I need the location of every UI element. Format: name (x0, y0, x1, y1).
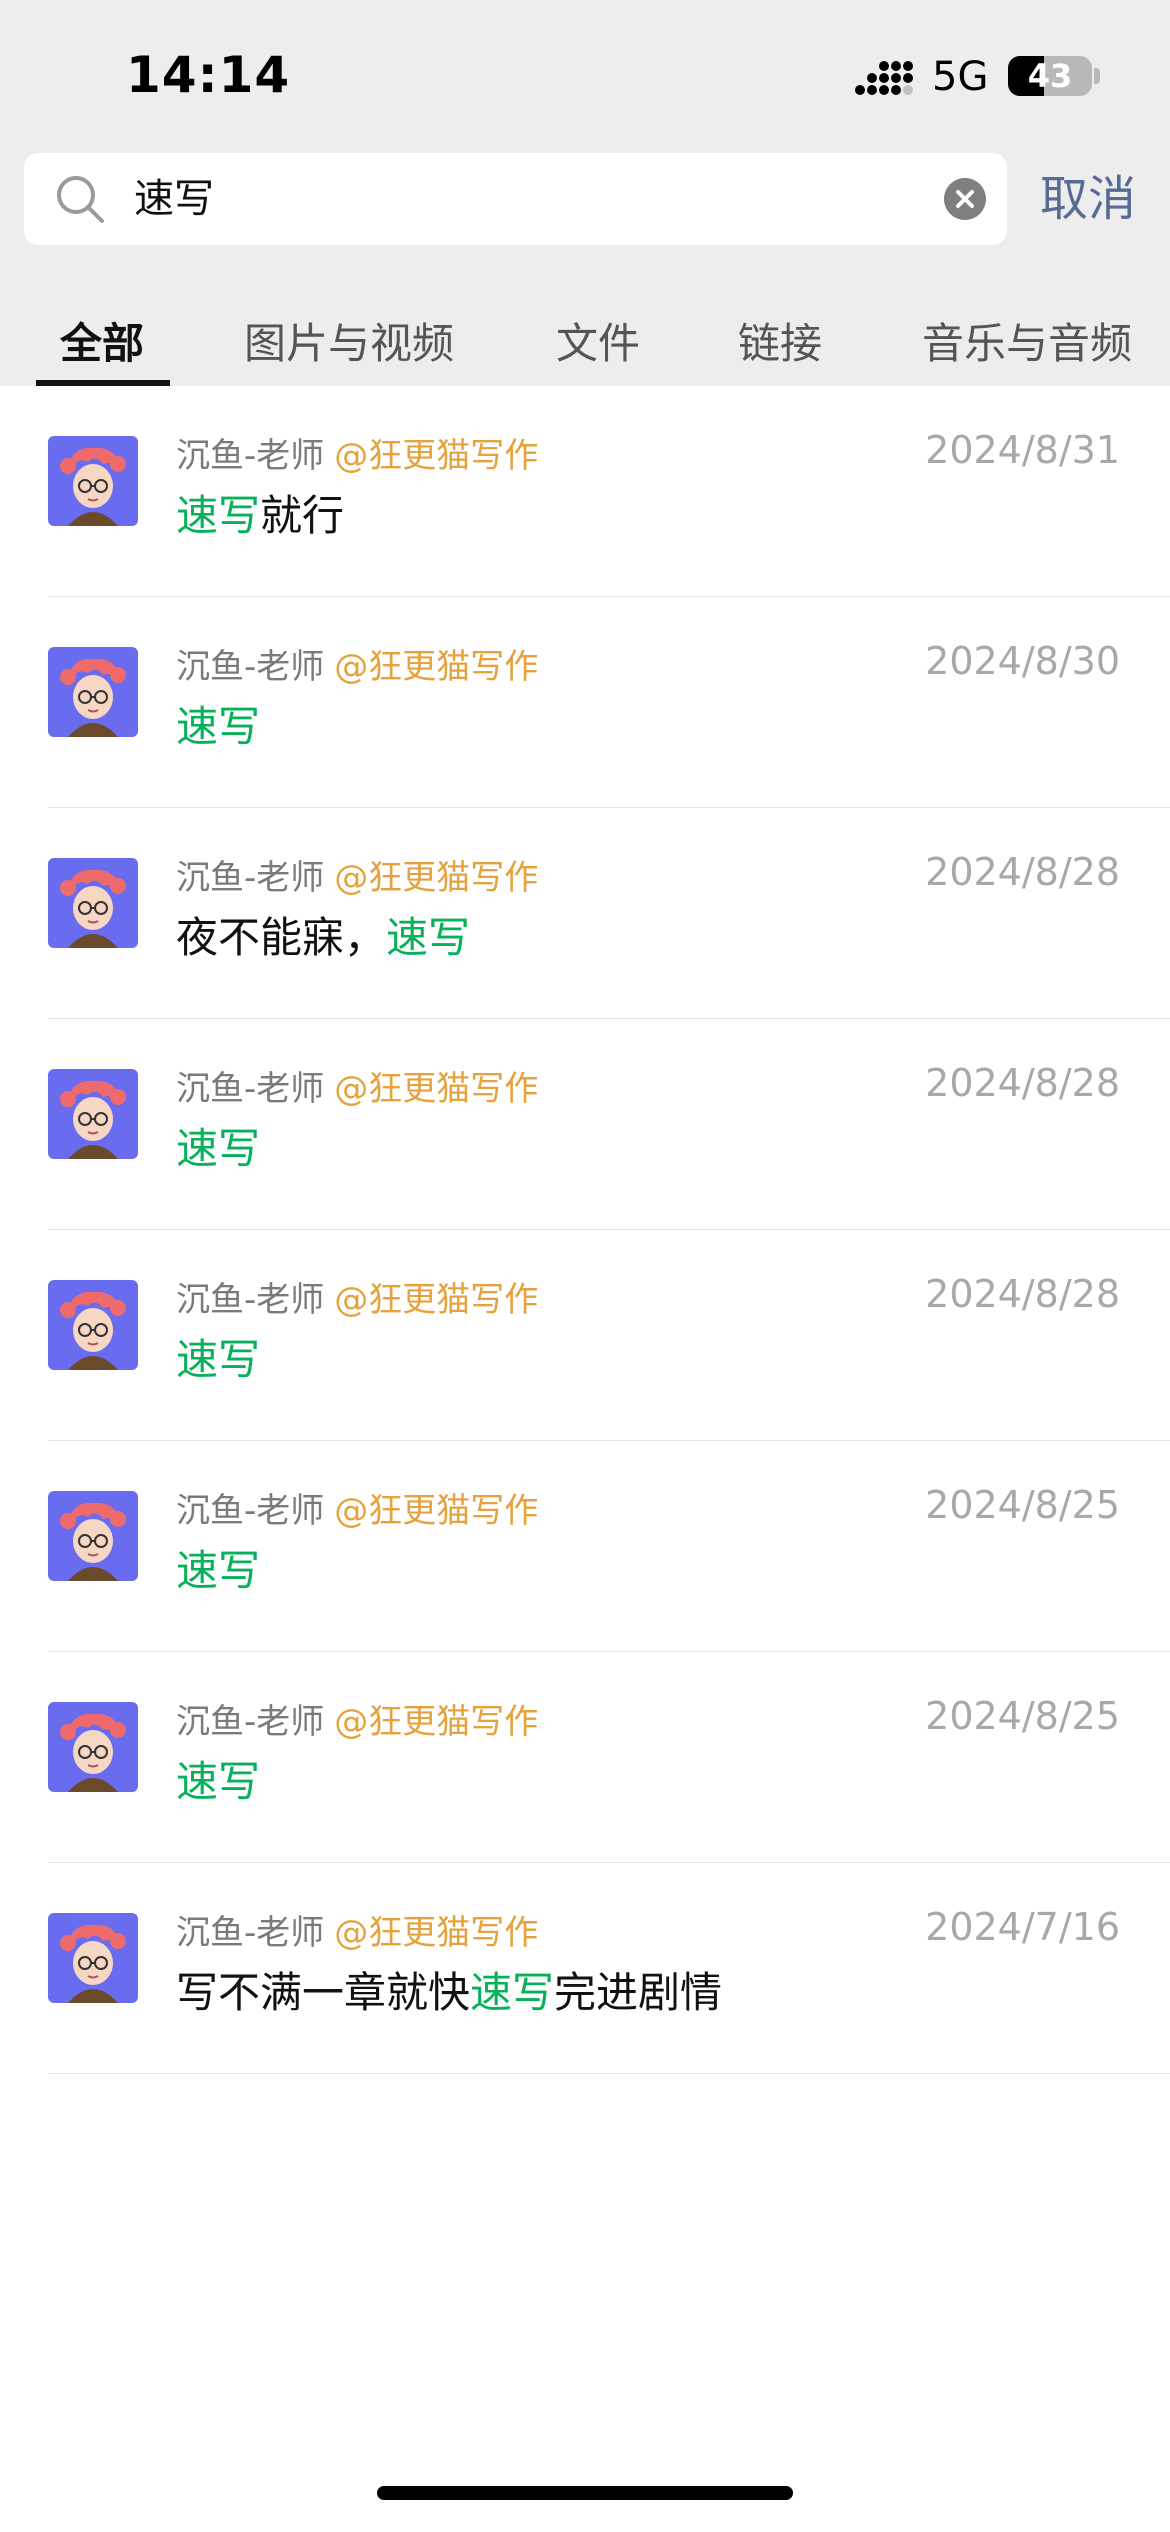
sender-name: 沉鱼-老师 (176, 647, 325, 687)
battery-cap (1094, 68, 1100, 84)
group-mention: @狂更猫写作 (334, 1702, 539, 1742)
avatar[interactable] (48, 1913, 138, 2003)
list-item[interactable]: 沉鱼-老师 @狂更猫写作 2024/7/16 写不满一章就快速写完进剧情 (0, 1863, 1170, 2074)
avatar[interactable] (48, 858, 138, 948)
message-text-after: 就行 (260, 491, 345, 540)
message-date: 2024/8/30 (925, 639, 1120, 683)
list-item[interactable]: 沉鱼-老师 @狂更猫写作 2024/8/30 速写 (0, 597, 1170, 808)
group-mention: @狂更猫写作 (334, 858, 539, 898)
search-input[interactable]: 速写 (24, 153, 1007, 245)
list-item[interactable]: 沉鱼-老师 @狂更猫写作 2024/8/28 速写 (0, 1230, 1170, 1441)
group-mention: @狂更猫写作 (334, 1069, 539, 1109)
keyword-highlight: 速写 (176, 1335, 261, 1384)
battery-level: 43 (1027, 57, 1073, 95)
keyword-highlight: 速写 (386, 913, 471, 962)
sender-name: 沉鱼-老师 (176, 1491, 325, 1531)
message-text: 速写 (176, 1537, 260, 1598)
message-text-before: 写不满一章就快 (176, 1968, 471, 2017)
avatar[interactable] (48, 647, 138, 737)
avatar[interactable] (48, 1280, 138, 1370)
search-icon (57, 176, 104, 223)
message-text: 速写 (176, 1326, 260, 1387)
group-mention: @狂更猫写作 (334, 1280, 539, 1320)
sender-line: 沉鱼-老师 @狂更猫写作 (176, 1694, 538, 1743)
message-date: 2024/8/28 (925, 1272, 1120, 1316)
group-mention: @狂更猫写作 (334, 1491, 539, 1531)
group-mention: @狂更猫写作 (334, 647, 539, 687)
message-text: 速写 (176, 693, 260, 754)
sender-name: 沉鱼-老师 (176, 436, 325, 476)
tab-music[interactable]: 音乐与音频 (922, 310, 1132, 371)
message-text-before: 夜不能寐， (176, 913, 387, 962)
tab-bar: 全部 图片与视频 文件 链接 音乐与音频 (0, 300, 1170, 386)
status-time: 14:14 (126, 46, 291, 104)
signal-icon (855, 61, 913, 95)
keyword-highlight: 速写 (176, 1546, 261, 1595)
sender-line: 沉鱼-老师 @狂更猫写作 (176, 1061, 538, 1110)
list-item[interactable]: 沉鱼-老师 @狂更猫写作 2024/8/31 速写就行 (0, 386, 1170, 597)
sender-line: 沉鱼-老师 @狂更猫写作 (176, 428, 538, 477)
cancel-button[interactable]: 取消 (1040, 163, 1136, 235)
message-text: 写不满一章就快速写完进剧情 (176, 1959, 722, 2020)
sender-name: 沉鱼-老师 (176, 858, 325, 898)
sender-line: 沉鱼-老师 @狂更猫写作 (176, 1483, 538, 1532)
sender-line: 沉鱼-老师 @狂更猫写作 (176, 1905, 538, 1954)
avatar[interactable] (48, 1702, 138, 1792)
list-item[interactable]: 沉鱼-老师 @狂更猫写作 2024/8/28 速写 (0, 1019, 1170, 1230)
sender-line: 沉鱼-老师 @狂更猫写作 (176, 1272, 538, 1321)
message-date: 2024/8/28 (925, 1061, 1120, 1105)
message-date: 2024/8/31 (925, 428, 1120, 472)
sender-line: 沉鱼-老师 @狂更猫写作 (176, 850, 538, 899)
list-item[interactable]: 沉鱼-老师 @狂更猫写作 2024/8/28 夜不能寐，速写 (0, 808, 1170, 1019)
network-label: 5G (932, 54, 989, 100)
sender-name: 沉鱼-老师 (176, 1702, 325, 1742)
clear-icon[interactable] (944, 178, 986, 220)
keyword-highlight: 速写 (470, 1968, 555, 2017)
tab-links[interactable]: 链接 (738, 310, 822, 371)
sender-name: 沉鱼-老师 (176, 1280, 325, 1320)
tab-media[interactable]: 图片与视频 (244, 310, 454, 371)
sender-name: 沉鱼-老师 (176, 1069, 325, 1109)
avatar[interactable] (48, 436, 138, 526)
sender-name: 沉鱼-老师 (176, 1913, 325, 1953)
list-item[interactable]: 沉鱼-老师 @狂更猫写作 2024/8/25 速写 (0, 1652, 1170, 1863)
status-bar: 14:14 5G 43 (0, 0, 1170, 150)
avatar[interactable] (48, 1491, 138, 1581)
message-date: 2024/8/25 (925, 1483, 1120, 1527)
divider (48, 2073, 1170, 2074)
message-date: 2024/8/25 (925, 1694, 1120, 1738)
search-query[interactable]: 速写 (134, 153, 214, 245)
keyword-highlight: 速写 (176, 1757, 261, 1806)
tab-all[interactable]: 全部 (60, 310, 144, 371)
tab-files[interactable]: 文件 (556, 310, 640, 371)
battery-icon: 43 (1008, 56, 1092, 96)
message-text: 速写就行 (176, 482, 344, 543)
group-mention: @狂更猫写作 (334, 436, 539, 476)
message-date: 2024/7/16 (925, 1905, 1120, 1949)
message-text: 速写 (176, 1115, 260, 1176)
keyword-highlight: 速写 (176, 1124, 261, 1173)
message-text: 夜不能寐，速写 (176, 904, 470, 965)
home-indicator (377, 2486, 793, 2500)
message-text: 速写 (176, 1748, 260, 1809)
keyword-highlight: 速写 (176, 491, 261, 540)
list-item[interactable]: 沉鱼-老师 @狂更猫写作 2024/8/25 速写 (0, 1441, 1170, 1652)
message-date: 2024/8/28 (925, 850, 1120, 894)
group-mention: @狂更猫写作 (334, 1913, 539, 1953)
keyword-highlight: 速写 (176, 702, 261, 751)
sender-line: 沉鱼-老师 @狂更猫写作 (176, 639, 538, 688)
message-text-after: 完进剧情 (554, 1968, 723, 2017)
avatar[interactable] (48, 1069, 138, 1159)
